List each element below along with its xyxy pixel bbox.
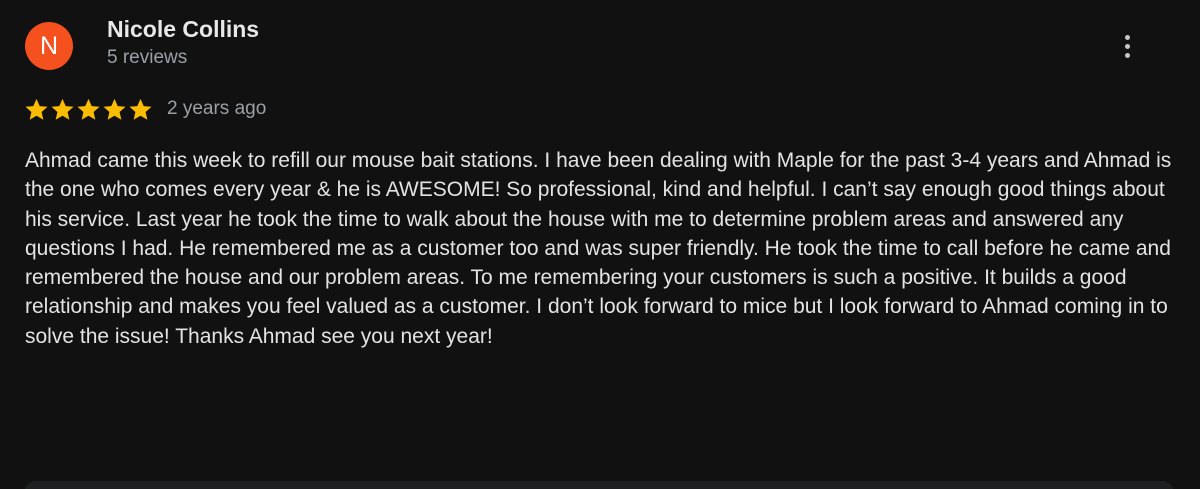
star-icon — [102, 97, 127, 122]
star-icon — [50, 97, 75, 122]
more-vert-icon — [1124, 34, 1130, 40]
next-card-edge — [24, 481, 1174, 489]
star-icon — [128, 97, 153, 122]
review-date: 2 years ago — [167, 98, 267, 119]
star-rating — [24, 97, 153, 122]
avatar[interactable]: N — [25, 22, 73, 70]
star-icon — [24, 97, 49, 122]
author-name[interactable]: Nicole Collins — [107, 16, 259, 43]
more-options-button[interactable] — [1110, 26, 1144, 66]
review-card: N Nicole Collins 5 reviews 2 years ago A… — [0, 0, 1200, 489]
review-text: Ahmad came this week to refill our mouse… — [25, 149, 1172, 348]
star-icon — [76, 97, 101, 122]
review-count: 5 reviews — [107, 47, 188, 68]
rating-row: 2 years ago — [24, 95, 266, 123]
avatar-initial: N — [39, 31, 59, 60]
